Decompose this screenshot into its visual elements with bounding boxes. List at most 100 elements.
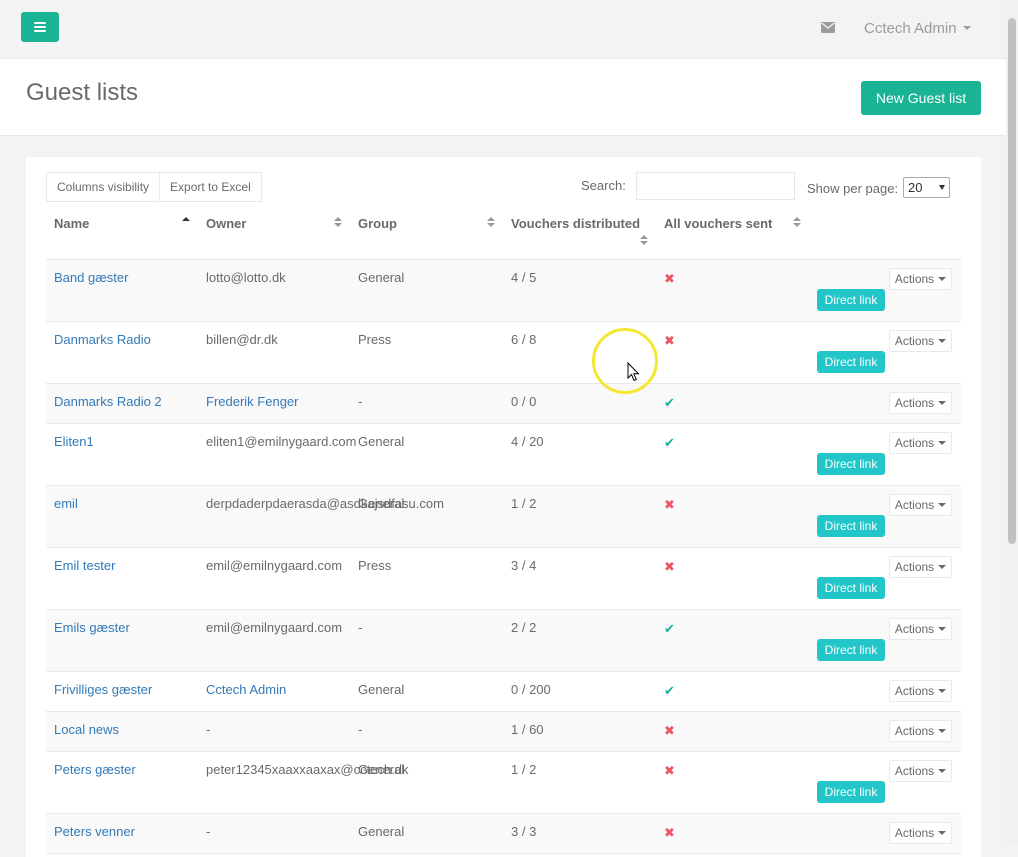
- table-row: Local news - - 1 / 60 ✖ Actions: [46, 712, 961, 752]
- caret-down-icon: [938, 339, 947, 343]
- direct-link-button[interactable]: Direct link: [817, 453, 885, 475]
- new-guest-list-button[interactable]: New Guest list: [861, 81, 981, 115]
- direct-link-button[interactable]: Direct link: [817, 781, 885, 803]
- direct-link-button[interactable]: Direct link: [817, 289, 885, 311]
- sort-asc-icon: [182, 217, 190, 229]
- owner-cell: emil@emilnygaard.com: [206, 620, 343, 635]
- table-row: Band gæster lotto@lotto.dk General 4 / 5 ✖ Ac…: [46, 260, 961, 322]
- actions-label: Actions: [894, 436, 935, 450]
- scrollbar-thumb[interactable]: [1008, 18, 1016, 544]
- menu-toggle-button[interactable]: [21, 12, 59, 42]
- top-navbar: Cctech Admin: [0, 0, 1006, 59]
- per-page-select[interactable]: 20: [903, 177, 950, 198]
- group-cell: General: [358, 270, 405, 285]
- caret-down-icon: [962, 26, 971, 30]
- vouchers-cell: 4 / 5: [511, 270, 537, 285]
- guest-list-name-link[interactable]: Peters gæster: [54, 762, 136, 777]
- actions-dropdown-button[interactable]: Actions: [889, 330, 952, 352]
- page-title: Guest lists: [26, 79, 139, 106]
- search-input[interactable]: [636, 172, 795, 200]
- guest-list-name-link[interactable]: Emils gæster: [54, 620, 130, 635]
- vouchers-cell: 1 / 2: [511, 762, 537, 777]
- page-heading: Guest lists New Guest list: [0, 59, 1006, 136]
- table-row: Frivilliges gæster Cctech Admin General 0 /…: [46, 672, 961, 712]
- guest-list-name-link[interactable]: Emil tester: [54, 558, 115, 573]
- vouchers-cell: 3 / 4: [511, 558, 537, 573]
- guest-list-name-link[interactable]: Eliten1: [54, 434, 94, 449]
- select-caret-icon: [939, 185, 945, 190]
- cross-icon: ✖: [664, 723, 675, 738]
- owner-cell: eliten1@emilnygaard.com: [206, 434, 357, 449]
- caret-down-icon: [938, 565, 947, 569]
- guest-list-name-link[interactable]: emil: [54, 496, 78, 511]
- guest-list-name-link[interactable]: Frivilliges gæster: [54, 682, 152, 697]
- actions-dropdown-button[interactable]: Actions: [889, 760, 952, 782]
- caret-down-icon: [938, 831, 947, 835]
- search-label: Search:: [581, 178, 626, 193]
- actions-dropdown-button[interactable]: Actions: [889, 268, 952, 290]
- group-cell: General: [358, 496, 405, 511]
- actions-dropdown-button[interactable]: Actions: [889, 680, 952, 702]
- check-icon: ✔: [664, 435, 675, 450]
- actions-dropdown-button[interactable]: Actions: [889, 720, 952, 742]
- actions-dropdown-button[interactable]: Actions: [889, 392, 952, 414]
- actions-label: Actions: [894, 498, 935, 512]
- owner-cell[interactable]: Frederik Fenger: [206, 394, 298, 409]
- export-excel-button[interactable]: Export to Excel: [160, 172, 262, 202]
- table-header: Name Owner Group Vouchers distributed Al…: [46, 215, 961, 260]
- cross-icon: ✖: [664, 497, 675, 512]
- caret-down-icon: [938, 729, 947, 733]
- page-scrollbar[interactable]: [1006, 0, 1018, 844]
- per-page-value: 20: [908, 180, 923, 195]
- check-icon: ✔: [664, 621, 675, 636]
- actions-dropdown-button[interactable]: Actions: [889, 618, 952, 640]
- direct-link-button[interactable]: Direct link: [817, 639, 885, 661]
- owner-cell: -: [206, 824, 211, 839]
- user-menu[interactable]: Cctech Admin: [864, 18, 971, 38]
- envelope-icon[interactable]: [821, 22, 835, 33]
- vouchers-cell: 1 / 60: [511, 722, 544, 737]
- guest-list-name-link[interactable]: Peters venner: [54, 824, 135, 839]
- owner-cell: billen@dr.dk: [206, 332, 278, 347]
- guest-lists-panel: Columns visibility Export to Excel Searc…: [26, 157, 981, 857]
- sort-icon: [487, 217, 495, 229]
- table-row: Peters gæster peter12345xaaxxaaxax@cctech…: [46, 752, 961, 814]
- actions-label: Actions: [894, 396, 935, 410]
- cross-icon: ✖: [664, 271, 675, 286]
- check-icon: ✔: [664, 683, 675, 698]
- hamburger-icon: [34, 22, 46, 32]
- table-row: emil derpdaderpdaerasda@asdkajsdfasu.com G…: [46, 486, 961, 548]
- guest-list-name-link[interactable]: Danmarks Radio 2: [54, 394, 162, 409]
- direct-link-button[interactable]: Direct link: [817, 577, 885, 599]
- vouchers-cell: 6 / 8: [511, 332, 537, 347]
- actions-label: Actions: [894, 724, 935, 738]
- vouchers-cell: 2 / 2: [511, 620, 537, 635]
- actions-label: Actions: [894, 334, 935, 348]
- cross-icon: ✖: [664, 763, 675, 778]
- direct-link-button[interactable]: Direct link: [817, 351, 885, 373]
- table-row: Eliten1 eliten1@emilnygaard.com General 4 /…: [46, 424, 961, 486]
- actions-dropdown-button[interactable]: Actions: [889, 494, 952, 516]
- group-cell: General: [358, 434, 405, 449]
- vouchers-cell: 3 / 3: [511, 824, 537, 839]
- owner-cell: emil@emilnygaard.com: [206, 558, 343, 573]
- actions-label: Actions: [894, 622, 935, 636]
- actions-dropdown-button[interactable]: Actions: [889, 432, 952, 454]
- vouchers-cell: 4 / 20: [511, 434, 544, 449]
- actions-label: Actions: [894, 826, 935, 840]
- guest-list-name-link[interactable]: Local news: [54, 722, 119, 737]
- actions-dropdown-button[interactable]: Actions: [889, 556, 952, 578]
- group-cell: General: [358, 824, 405, 839]
- owner-cell[interactable]: Cctech Admin: [206, 682, 286, 697]
- guest-list-name-link[interactable]: Band gæster: [54, 270, 128, 285]
- caret-down-icon: [938, 277, 947, 281]
- cross-icon: ✖: [664, 559, 675, 574]
- guest-list-name-link[interactable]: Danmarks Radio: [54, 332, 151, 347]
- cross-icon: ✖: [664, 333, 675, 348]
- group-cell: Press: [358, 332, 392, 347]
- columns-visibility-button[interactable]: Columns visibility: [46, 172, 161, 202]
- actions-label: Actions: [894, 684, 935, 698]
- actions-dropdown-button[interactable]: Actions: [889, 822, 952, 844]
- table-row: Emil tester emil@emilnygaard.com Press 3 / …: [46, 548, 961, 610]
- direct-link-button[interactable]: Direct link: [817, 515, 885, 537]
